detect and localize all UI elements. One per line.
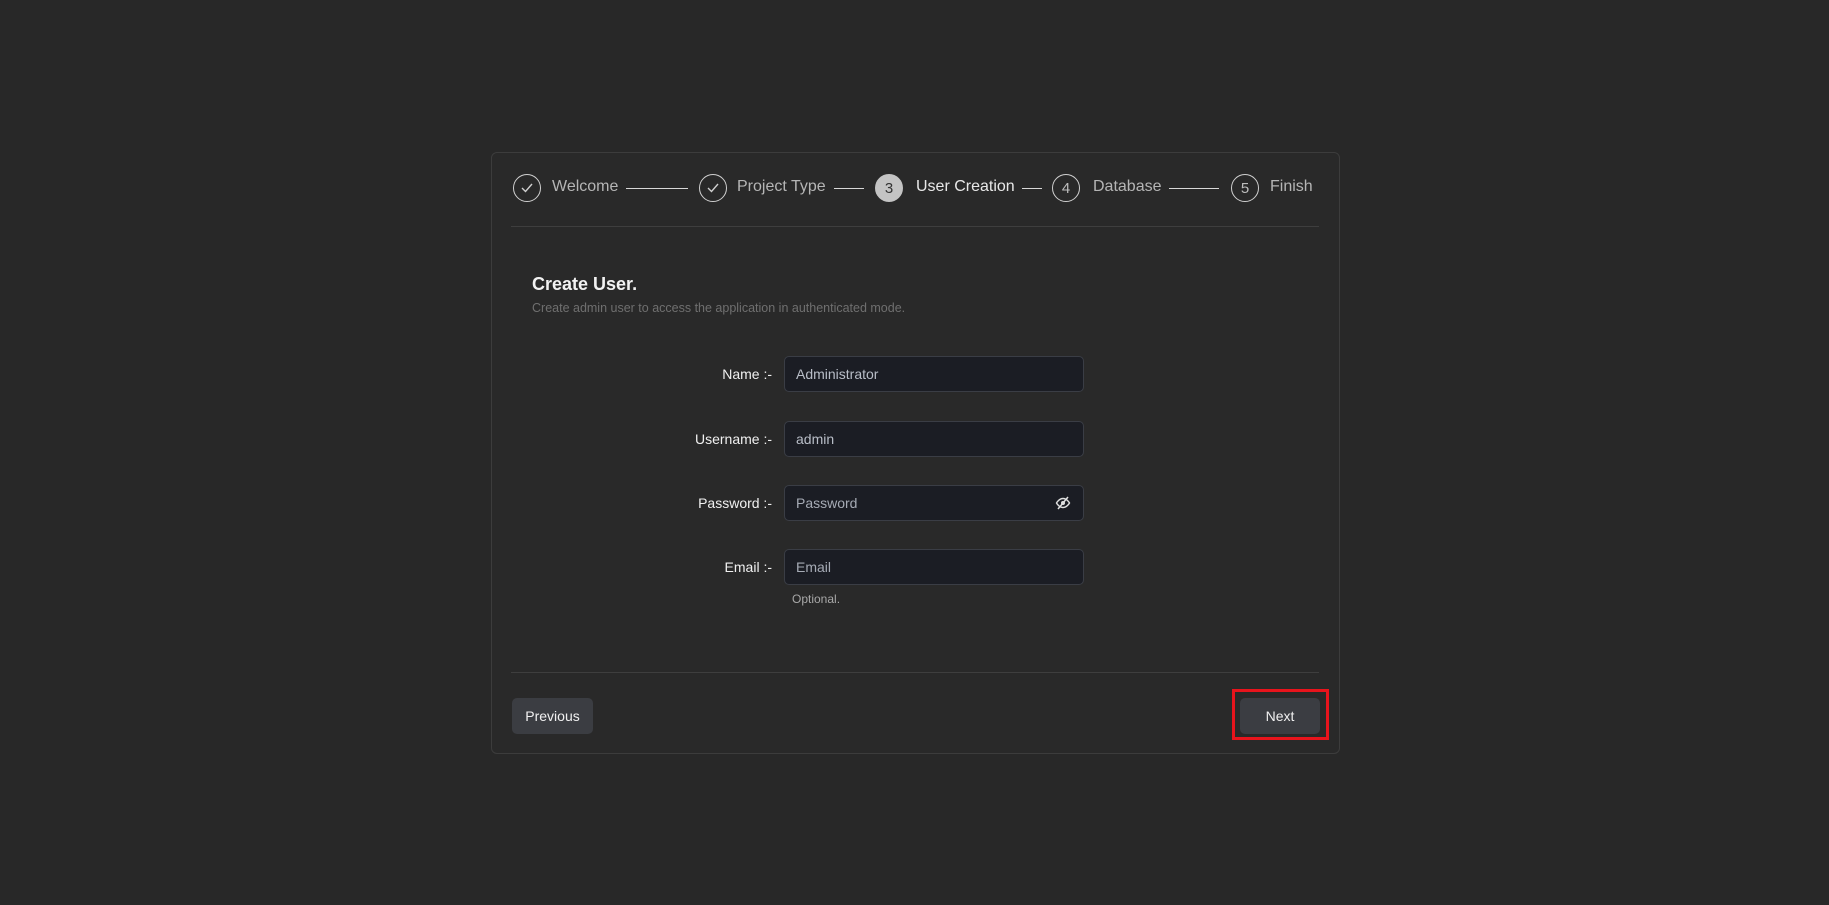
step-finish: Finish [1270,178,1313,195]
email-label: Email :- [724,559,772,575]
username-label: Username :- [694,431,772,447]
step-connector [834,188,864,189]
email-input[interactable] [784,549,1084,585]
step-2-check-icon [699,174,727,202]
step-1-check-icon [513,174,541,202]
password-label: Password :- [698,495,772,511]
name-input[interactable] [784,356,1084,392]
password-input[interactable] [784,485,1084,521]
step-5-number: 5 [1231,174,1259,202]
username-input[interactable] [784,421,1084,457]
step-3-number: 3 [875,174,903,202]
footer-divider [511,672,1319,673]
step-connector [1169,188,1219,189]
eye-slash-icon[interactable] [1055,495,1071,511]
email-hint: Optional. [792,592,841,606]
next-button[interactable]: Next [1240,698,1320,734]
form-title: Create User. [532,274,638,294]
step-project-type: Project Type [737,178,826,195]
header-divider [511,226,1319,227]
step-welcome: Welcome [552,178,619,195]
form-subtitle: Create admin user to access the applicat… [532,301,906,315]
step-user-creation: User Creation [916,178,1015,195]
step-database: Database [1093,178,1162,195]
step-4-number: 4 [1052,174,1080,202]
previous-button[interactable]: Previous [512,698,593,734]
name-label: Name :- [722,366,772,382]
step-connector [626,188,688,189]
step-connector [1022,188,1042,189]
